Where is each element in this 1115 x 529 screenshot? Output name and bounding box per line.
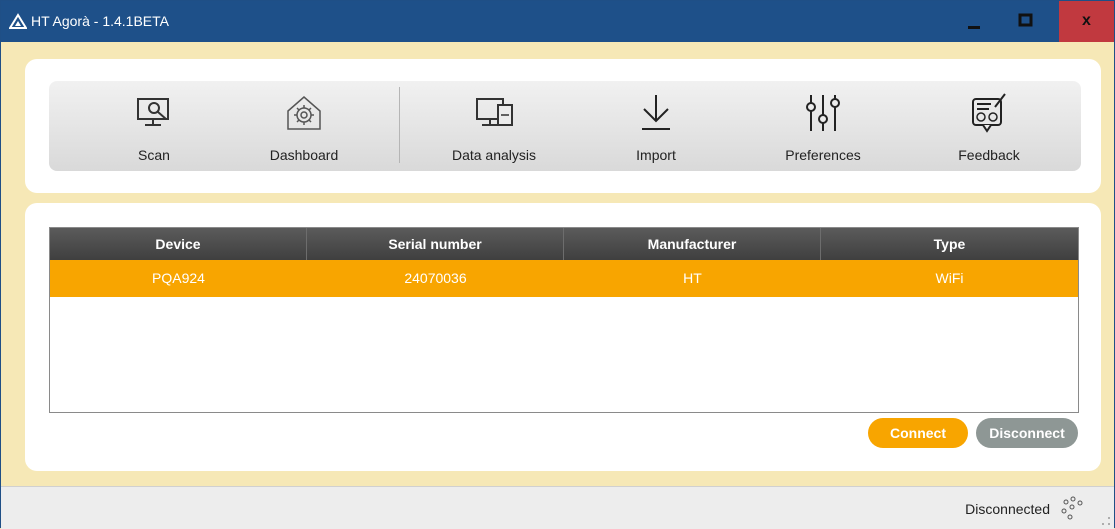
feedback-icon xyxy=(972,93,1006,133)
connection-status-icon xyxy=(1061,496,1083,520)
app-logo-icon xyxy=(9,13,27,29)
devices-panel: Device Serial number Manufacturer Type P… xyxy=(25,203,1101,471)
column-header-serial-number[interactable]: Serial number xyxy=(307,228,564,260)
app-window: HT Agorà - 1.4.1BETA x Scan Dashboard Da… xyxy=(0,0,1115,529)
data-analysis-icon xyxy=(476,98,513,126)
connection-status-text: Disconnected xyxy=(965,501,1050,517)
title-bar[interactable]: HT Agorà - 1.4.1BETA x xyxy=(1,1,1114,42)
minimize-button[interactable] xyxy=(947,1,1002,42)
toolbar-panel: Scan Dashboard Data analysis Import Pref… xyxy=(25,59,1101,193)
toolbar-data-analysis-button[interactable]: Data analysis xyxy=(424,81,564,171)
toolbar-separator xyxy=(399,87,400,163)
column-header-device[interactable]: Device xyxy=(50,228,307,260)
main-toolbar: Scan Dashboard Data analysis Import Pref… xyxy=(49,81,1081,171)
toolbar-import-label: Import xyxy=(636,147,676,163)
toolbar-scan-label: Scan xyxy=(138,147,170,163)
minimize-icon xyxy=(968,26,980,29)
connect-button[interactable]: Connect xyxy=(868,418,968,448)
close-icon: x xyxy=(1082,12,1091,29)
cell-type: WiFi xyxy=(935,270,964,286)
toolbar-feedback-button[interactable]: Feedback xyxy=(919,81,1059,171)
preferences-icon xyxy=(806,95,840,131)
toolbar-feedback-label: Feedback xyxy=(958,147,1020,163)
import-icon xyxy=(642,95,670,130)
status-bar: Disconnected xyxy=(1,486,1114,529)
toolbar-dashboard-label: Dashboard xyxy=(269,147,339,163)
maximize-icon xyxy=(1018,13,1033,27)
toolbar-preferences-button[interactable]: Preferences xyxy=(753,81,893,171)
table-header: Device Serial number Manufacturer Type xyxy=(50,228,1078,260)
toolbar-data-analysis-label: Data analysis xyxy=(451,147,537,163)
cell-manufacturer: HT xyxy=(683,270,702,286)
column-header-type[interactable]: Type xyxy=(821,228,1078,260)
toolbar-dashboard-button[interactable]: Dashboard xyxy=(234,81,374,171)
dashboard-icon xyxy=(287,96,321,130)
resize-grip-icon[interactable] xyxy=(1101,516,1111,526)
table-row[interactable]: PQA924 24070036 HT WiFi xyxy=(50,260,1078,297)
cell-serial-number: 24070036 xyxy=(404,270,467,286)
toolbar-preferences-label: Preferences xyxy=(785,147,861,163)
toolbar-import-button[interactable]: Import xyxy=(586,81,726,171)
close-button[interactable]: x xyxy=(1059,1,1114,42)
toolbar-scan-button[interactable]: Scan xyxy=(84,81,224,171)
column-header-manufacturer[interactable]: Manufacturer xyxy=(564,228,821,260)
maximize-button[interactable] xyxy=(999,1,1054,42)
window-title: HT Agorà - 1.4.1BETA xyxy=(31,13,169,29)
disconnect-button[interactable]: Disconnect xyxy=(976,418,1078,448)
scan-icon xyxy=(137,98,169,126)
cell-device: PQA924 xyxy=(152,270,205,286)
devices-table: Device Serial number Manufacturer Type P… xyxy=(49,227,1079,413)
